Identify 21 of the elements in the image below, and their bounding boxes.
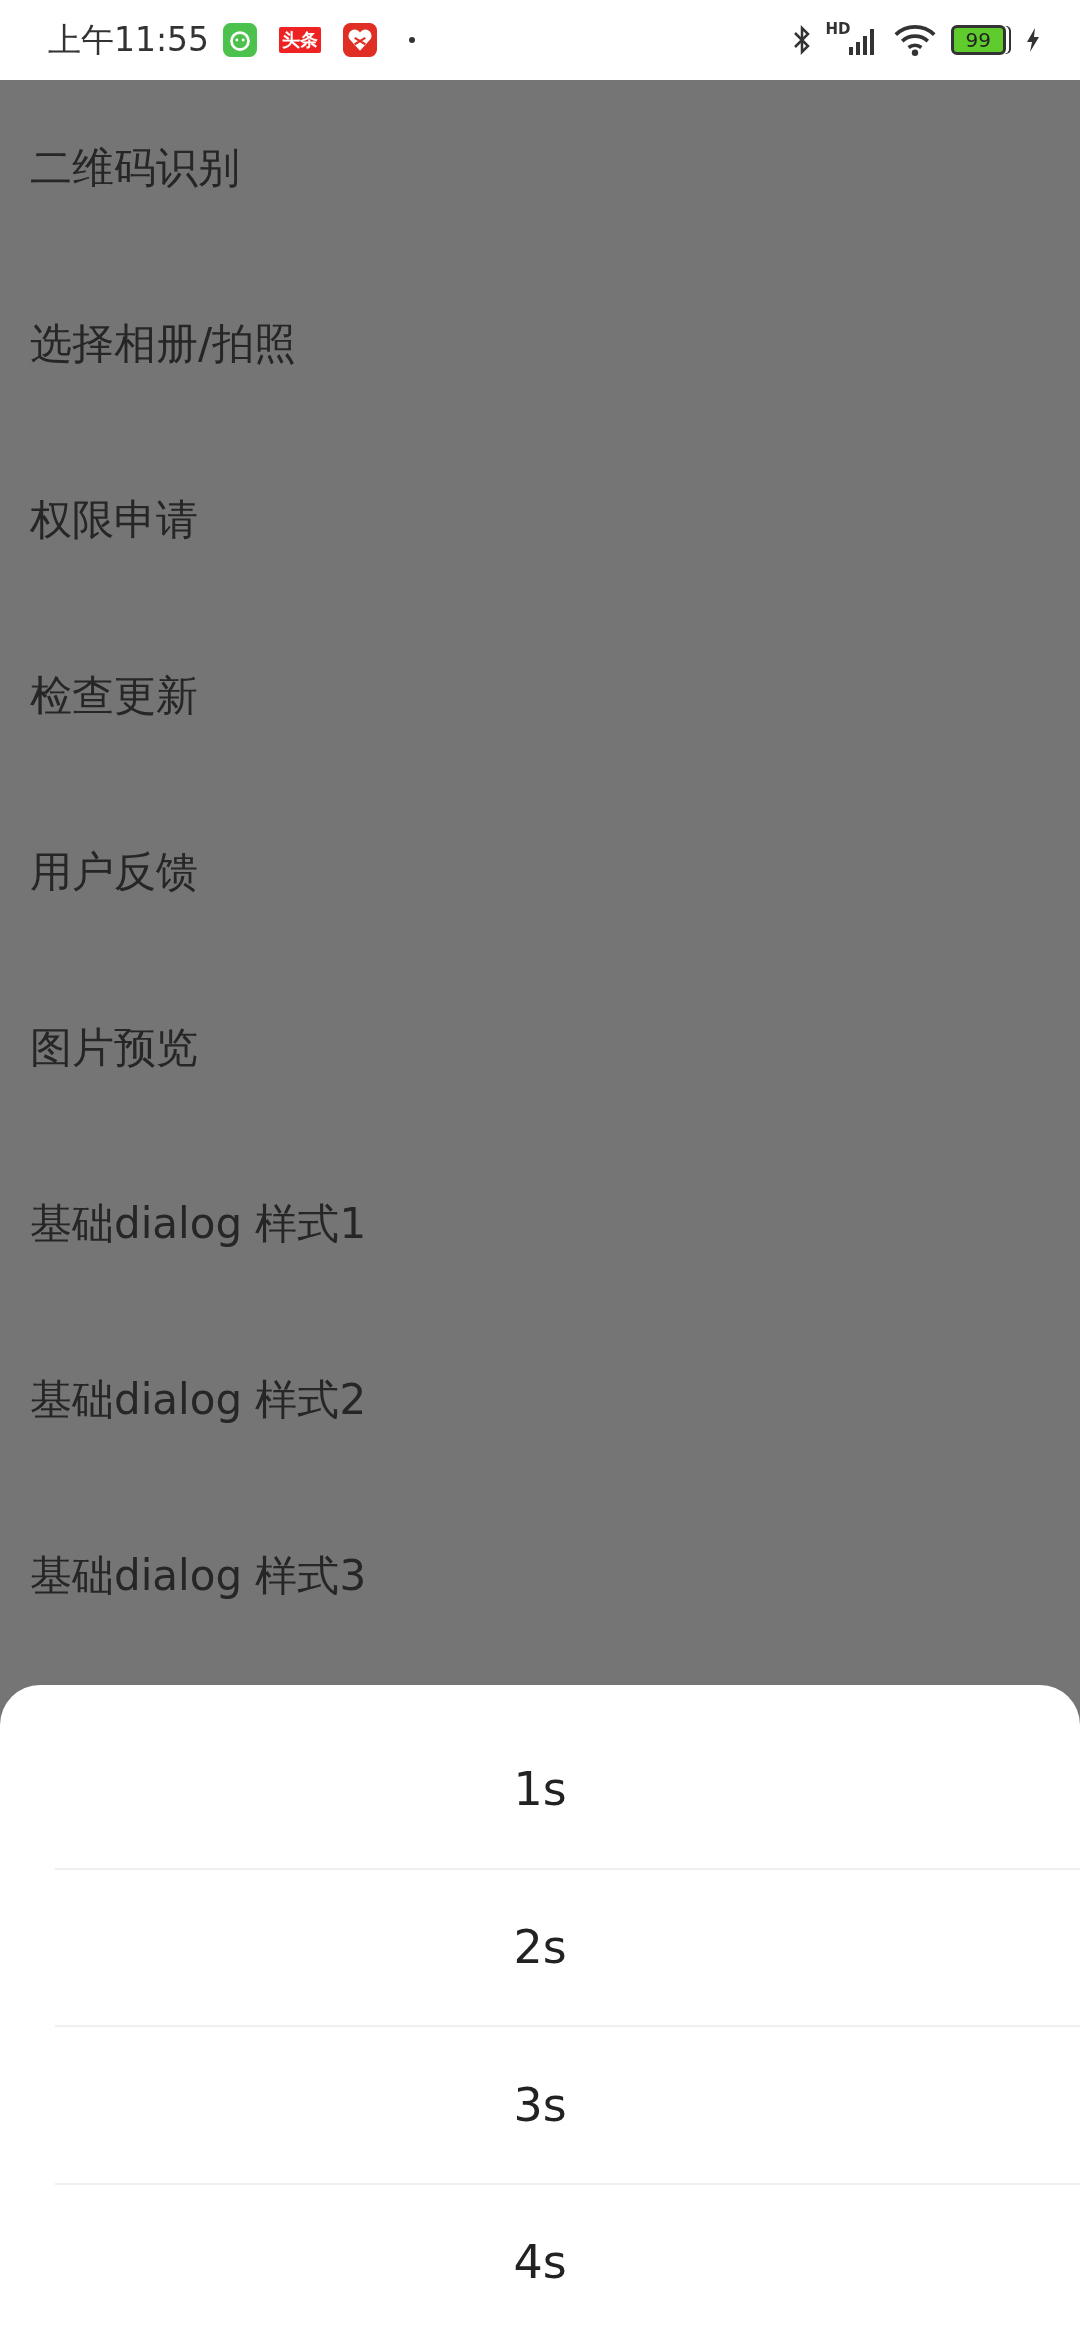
notification-dot-icon: [409, 37, 416, 43]
menu-item[interactable]: 图片预览: [0, 960, 1080, 1136]
menu-item[interactable]: 权限申请: [0, 432, 1080, 608]
status-time: 上午11:55: [48, 18, 210, 61]
wifi-icon: [892, 24, 937, 56]
menu-item[interactable]: 用户反馈: [0, 784, 1080, 960]
sheet-option[interactable]: 1s: [55, 1685, 1080, 1868]
menu-item[interactable]: 选择相册/拍照: [0, 256, 1080, 432]
menu-item[interactable]: 检查更新: [0, 608, 1080, 784]
menu-item[interactable]: 二维码识别: [0, 80, 1080, 256]
sheet-option[interactable]: 2s: [55, 1867, 1080, 2025]
bluetooth-icon: [791, 23, 812, 57]
network-type-label: HD: [825, 20, 851, 38]
sheet-option[interactable]: 4s: [55, 2182, 1080, 2340]
menu-item[interactable]: 基础dialog 样式1: [0, 1136, 1080, 1312]
menu-item[interactable]: 基础dialog 样式3: [0, 1488, 1080, 1664]
menu-item[interactable]: 基础dialog 样式2: [0, 1312, 1080, 1488]
charging-icon: [1026, 28, 1040, 52]
news-app-icon: 头条: [279, 27, 322, 53]
heart-app-icon: [343, 23, 378, 57]
sheet-option[interactable]: 3s: [55, 2025, 1080, 2183]
